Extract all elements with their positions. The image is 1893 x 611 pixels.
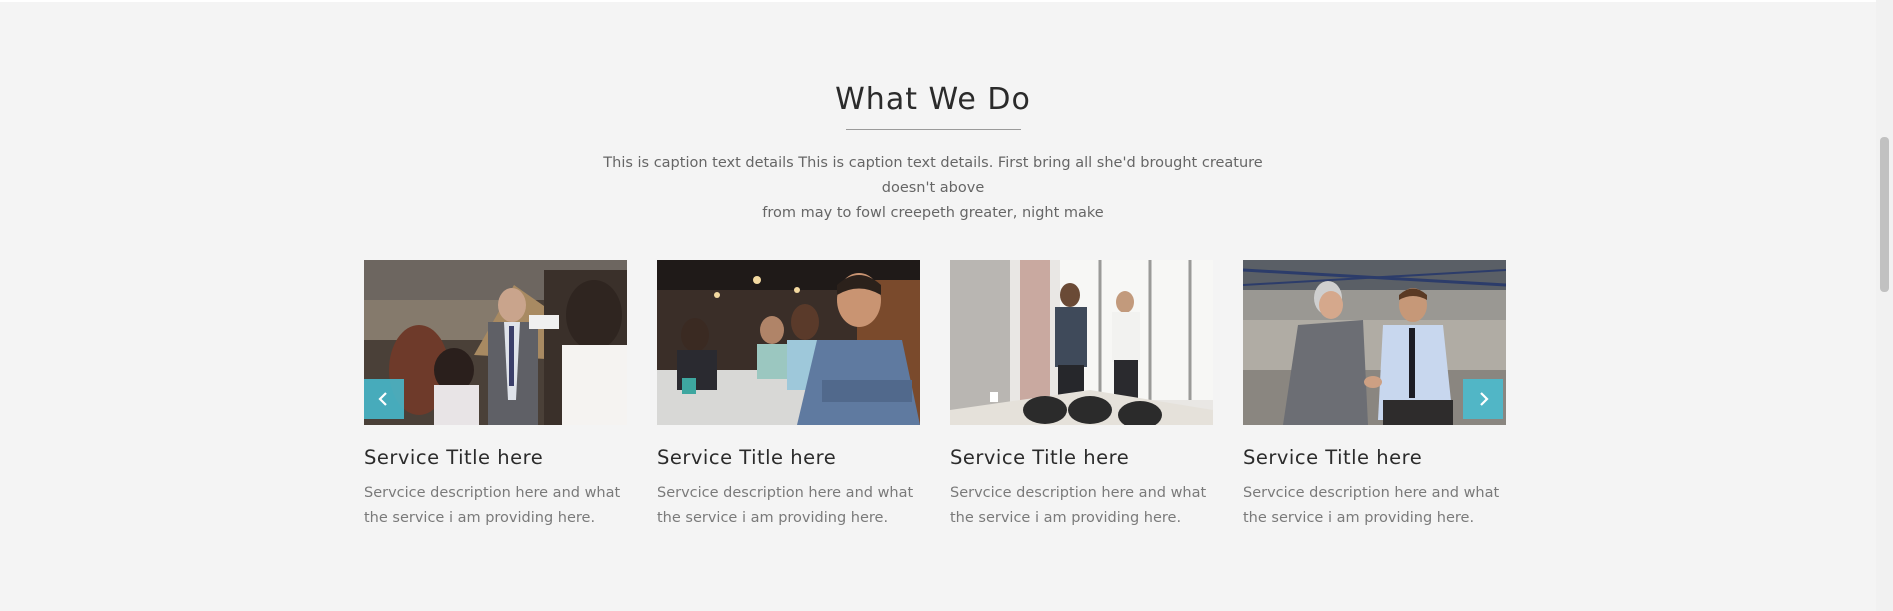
smiling-businessman-photo <box>657 260 920 425</box>
service-card[interactable]: Service Title here Servcice description … <box>657 260 920 526</box>
section-caption: This is caption text details This is cap… <box>583 151 1283 226</box>
scrollbar-thumb[interactable] <box>1880 137 1889 292</box>
service-title: Service Title here <box>950 446 1130 469</box>
caption-line-2: from may to fowl creepeth greater, night… <box>762 205 1104 221</box>
title-underline <box>846 129 1021 130</box>
service-description: Servcice description here and what the s… <box>657 485 914 526</box>
what-we-do-section: What We Do This is caption text details … <box>0 2 1876 611</box>
office-handshake-photo <box>950 260 1213 425</box>
carousel-next-button[interactable] <box>1463 379 1503 419</box>
service-description: Servcice description here and what the s… <box>364 485 621 526</box>
chevron-left-icon <box>378 392 387 406</box>
service-title: Service Title here <box>657 446 837 469</box>
caption-line-1: This is caption text details This is cap… <box>603 155 1263 196</box>
carousel-prev-button[interactable] <box>364 379 404 419</box>
service-description: Servcice description here and what the s… <box>1243 485 1500 526</box>
section-title: What We Do <box>835 82 1031 117</box>
service-title: Service Title here <box>1243 446 1423 469</box>
service-card[interactable]: Service Title here Servcice description … <box>950 260 1213 526</box>
chevron-right-icon <box>1480 392 1489 406</box>
service-title: Service Title here <box>364 446 544 469</box>
service-description: Servcice description here and what the s… <box>950 485 1207 526</box>
vertical-scrollbar[interactable] <box>1876 0 1893 611</box>
